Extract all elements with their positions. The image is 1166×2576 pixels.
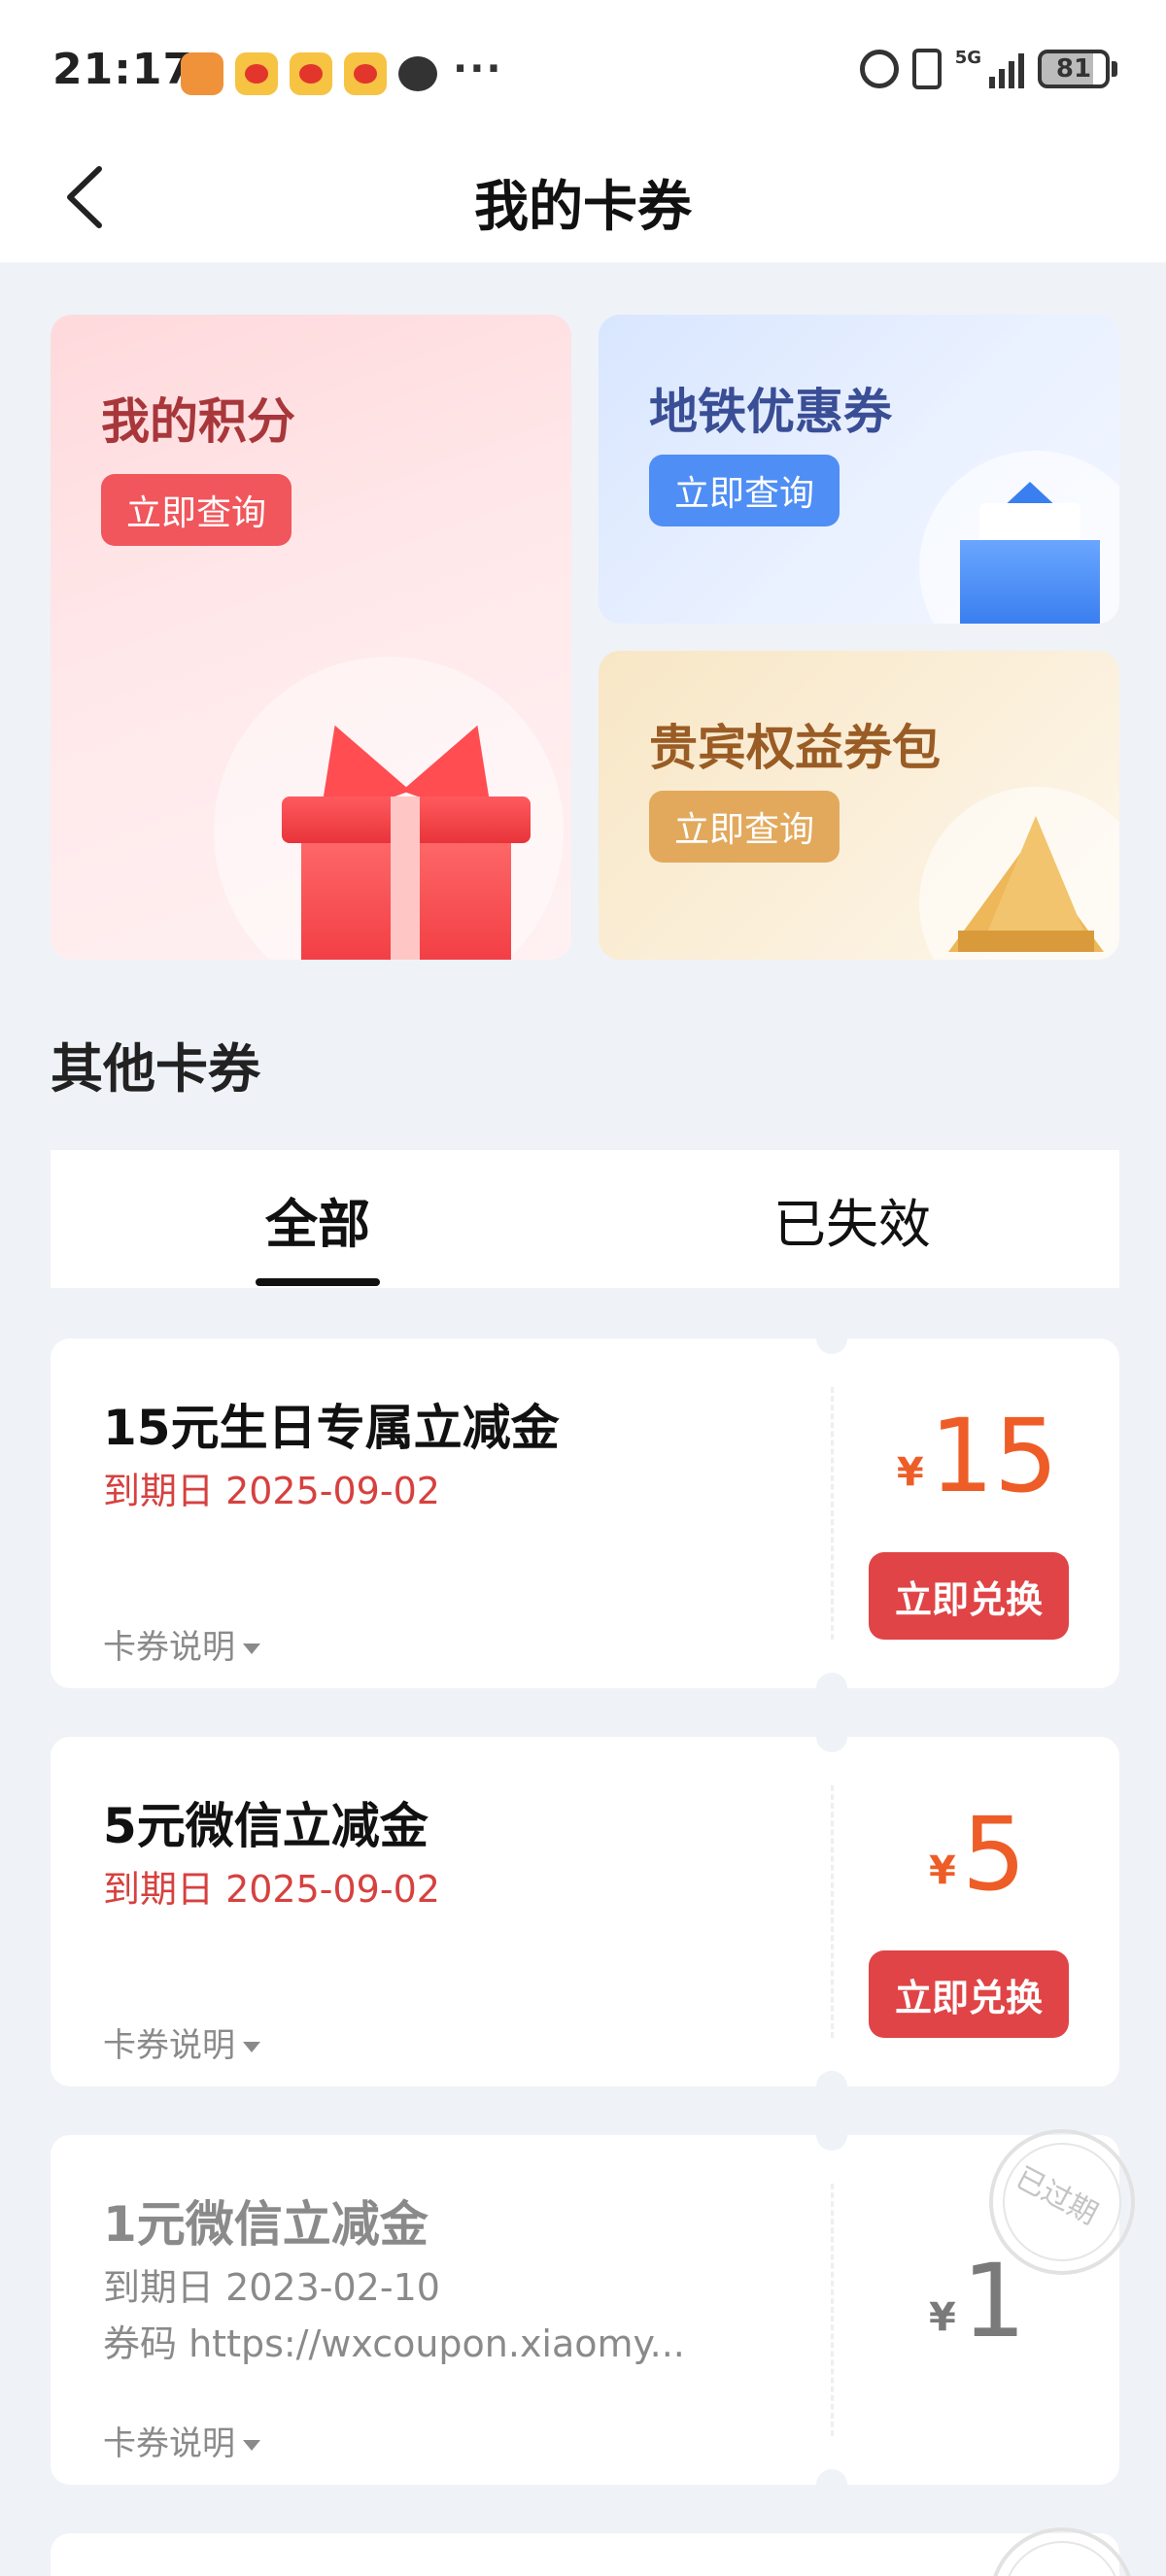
redeem-button[interactable]: 立即兑换 xyxy=(869,1950,1069,2038)
coupon-code: 券码 https://wxcoupon.xiaomy... xyxy=(103,2322,685,2365)
points-title: 我的积分 xyxy=(101,393,295,450)
more-notifications-icon: ··· xyxy=(453,47,503,91)
battery-icon: 81 xyxy=(1038,50,1110,88)
header: 我的卡券 xyxy=(0,146,1166,262)
coupon-desc-toggle[interactable]: 卡券说明 xyxy=(103,1620,260,1668)
coupon-price: ¥15 xyxy=(896,1397,1059,1515)
coupon-card-partial[interactable] xyxy=(51,2527,1135,2576)
coupon-expire: 到期日 2023-02-10 xyxy=(103,2266,440,2309)
network-type: 5G xyxy=(954,47,981,68)
weibo-icon xyxy=(235,52,278,95)
points-card[interactable]: 我的积分 立即查询 xyxy=(51,315,571,960)
tab-all[interactable]: 全部 xyxy=(51,1150,585,1288)
redeem-button[interactable]: 立即兑换 xyxy=(869,1552,1069,1640)
vip-query-button[interactable]: 立即查询 xyxy=(649,791,840,863)
points-query-button[interactable]: 立即查询 xyxy=(101,474,292,546)
page-title: 我的卡券 xyxy=(474,176,692,239)
shield-app-icon xyxy=(181,52,223,95)
coupon-name: 15元生日专属立减金 xyxy=(103,1400,560,1456)
vip-title: 贵宾权益券包 xyxy=(649,720,941,776)
caret-down-icon xyxy=(243,1644,260,1654)
caret-down-icon xyxy=(243,2042,260,2052)
vip-benefits-card[interactable]: 贵宾权益券包 立即查询 xyxy=(599,651,1119,960)
coupon-name: 1元微信立减金 xyxy=(103,2196,429,2253)
expired-stamp xyxy=(989,2527,1135,2576)
coupon-expire: 到期日 2025-09-02 xyxy=(103,1470,440,1512)
battery-level: 81 xyxy=(1055,54,1092,84)
signal-icon xyxy=(989,50,1024,88)
metro-coupon-card[interactable]: 地铁优惠券 立即查询 xyxy=(599,315,1119,624)
caret-down-icon xyxy=(243,2440,260,2451)
crown-icon xyxy=(948,816,1104,952)
coupon-tabs: 全部 已失效 xyxy=(51,1150,1119,1288)
alarm-icon xyxy=(859,50,899,88)
status-time: 21:17 xyxy=(52,45,194,94)
status-bar: 21:17 ··· 5G 81 xyxy=(0,0,1166,146)
weibo-icon xyxy=(344,52,387,95)
status-right-group: 5G 81 xyxy=(859,47,1117,89)
battery-cap xyxy=(1112,61,1117,77)
coupon-card[interactable]: 5元微信立减金 到期日 2025-09-02 卡券说明 ¥5 立即兑换 xyxy=(51,1721,1119,2102)
tab-expired[interactable]: 已失效 xyxy=(585,1150,1119,1288)
weibo-icon xyxy=(290,52,332,95)
coupon-name: 5元微信立减金 xyxy=(103,1798,429,1854)
vibrate-icon xyxy=(911,49,942,89)
coupon-desc-toggle[interactable]: 卡券说明 xyxy=(103,2018,260,2066)
envelope-icon xyxy=(960,482,1100,624)
coupon-price: ¥5 xyxy=(928,1795,1026,1914)
metro-title: 地铁优惠券 xyxy=(649,384,892,440)
coupon-card[interactable]: 15元生日专属立减金 到期日 2025-09-02 卡券说明 ¥15 立即兑换 xyxy=(51,1323,1119,1704)
metro-query-button[interactable]: 立即查询 xyxy=(649,455,840,526)
chat-bubble-icon xyxy=(398,56,437,91)
coupon-expire: 到期日 2025-09-02 xyxy=(103,1868,440,1911)
coupon-desc-toggle[interactable]: 卡券说明 xyxy=(103,2417,260,2464)
coupon-price: ¥1 xyxy=(928,2242,1026,2360)
section-title: 其他卡券 xyxy=(51,1038,260,1100)
coupon-card-expired[interactable]: 已过期 1元微信立减金 到期日 2023-02-10 券码 https://wx… xyxy=(51,2119,1135,2500)
gift-icon xyxy=(282,708,531,960)
